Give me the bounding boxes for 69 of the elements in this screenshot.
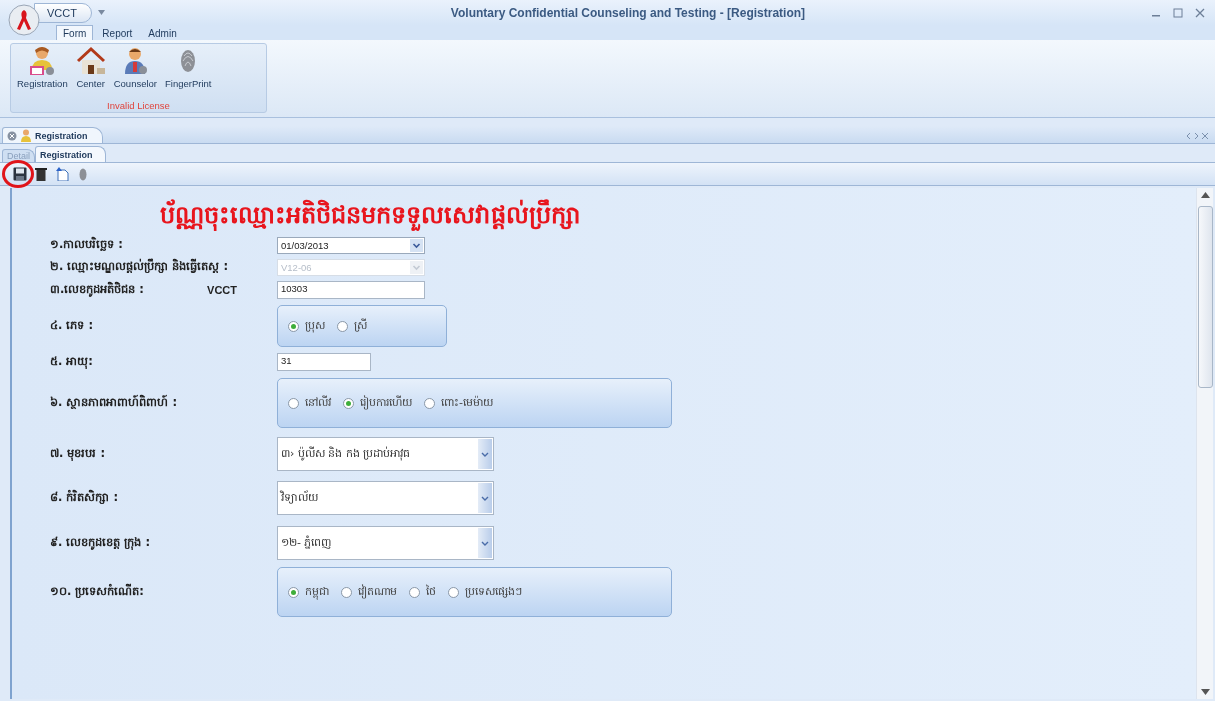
radio-option[interactable]: ថៃ (409, 584, 436, 600)
radio-button[interactable] (424, 397, 435, 409)
radio-option[interactable]: កម្ពុជា (288, 584, 329, 600)
window-title: Voluntary Confidential Counseling and Testing - [Registration] (449, 5, 807, 20)
scroll-down-icon[interactable] (1200, 689, 1210, 695)
radio-button[interactable] (288, 586, 299, 598)
chevron-down-icon (481, 495, 489, 501)
scrollbar[interactable] (1196, 188, 1213, 699)
close-icon[interactable] (7, 130, 17, 141)
radio-option[interactable]: វៀតណាម (341, 584, 397, 600)
field-label: ៥. អាយុ: (50, 353, 93, 371)
radio-button[interactable] (341, 586, 352, 598)
field-label: ៤. ភេទ : (50, 317, 93, 334)
scroll-up-icon[interactable] (1200, 192, 1210, 198)
radio-option[interactable]: ពោះ-មេម៉ាយ (424, 395, 493, 411)
ribbon-button[interactable]: Center (73, 46, 108, 100)
document-tab[interactable]: Registration (2, 127, 103, 143)
toolbar-button[interactable] (12, 166, 28, 182)
radio-button[interactable] (288, 320, 299, 332)
tab-navigation-icon[interactable] (1185, 132, 1209, 140)
trash-icon (35, 167, 47, 181)
field-label: ៧. មុខរបរ : (50, 445, 105, 463)
close-icon[interactable] (1195, 7, 1205, 18)
group-caption: Invalid License (107, 100, 170, 112)
fingerprint-icon (79, 167, 87, 181)
code-prefix: VCCT (207, 284, 237, 296)
radio-button[interactable] (288, 397, 299, 409)
person-icon (20, 129, 32, 142)
field-label: ៨. កំរិតសិក្សា : (50, 489, 118, 506)
radio-button[interactable] (337, 320, 348, 332)
dropdown-arrow-icon[interactable] (97, 10, 105, 15)
radio-option[interactable]: ស្រី (337, 318, 367, 334)
person-calendar-icon (29, 46, 56, 76)
tab[interactable]: Registration (35, 146, 106, 162)
field-label: ១.កាលបរិច្ឆេទ : (50, 236, 123, 253)
save-icon (13, 167, 27, 181)
ribbon-tab[interactable]: Report (95, 25, 140, 40)
dropdown-field[interactable]: ១២- ភ្នំពេញ (277, 526, 494, 560)
dropdown-field[interactable]: វិទ្យាល័យ (277, 481, 494, 515)
ribbon-button[interactable]: Counselor (111, 46, 159, 100)
input-field[interactable]: 31 (277, 353, 371, 371)
dropdown-field[interactable]: ៣› ប៉ូលីស និង កង ប្រដាប់អាវុធ (277, 437, 494, 471)
person-icon (122, 46, 149, 76)
quick-access-button[interactable]: VCCT (34, 2, 92, 23)
ribbon-button[interactable]: Registration (15, 46, 70, 100)
toolbar-button[interactable] (33, 166, 49, 182)
field-label: ៣.លេខកូដអតិថិជន : (50, 281, 144, 299)
document-arrow-icon (55, 167, 69, 181)
field-label: ៩. លេខកូដខេត្ត ក្រុង : (50, 534, 150, 552)
field-label: ២. ឈ្មោះមណ្ឌលផ្តល់ប្រឹក្សា និងធ្វើតេស្ត : (50, 258, 228, 275)
radio-button[interactable] (343, 397, 354, 409)
radio-option[interactable]: រៀបការហើយ (343, 395, 412, 411)
house-icon (75, 46, 106, 76)
chevron-down-icon (481, 540, 489, 546)
ribbon-tab[interactable]: Form (56, 25, 94, 40)
ribbon-button[interactable]: FingerPrint (163, 46, 214, 100)
maximize-icon[interactable] (1173, 7, 1183, 18)
radio-option[interactable]: ប្រទេសផ្សេងៗ (448, 584, 522, 600)
input-field[interactable]: 10303 (277, 281, 425, 299)
chevron-down-icon (481, 451, 489, 457)
form-title: ប័ណ្ណចុះឈ្មោះអតិថិជនមកទទួលសេវាផ្តល់ប្រឹក្សា (160, 200, 581, 233)
radio-option[interactable]: នៅលីវ (288, 395, 331, 411)
dropdown-field[interactable]: 01/03/2013 (277, 236, 425, 254)
radio-button[interactable] (409, 586, 420, 598)
field-label: ៦. ស្ថានភាពអាពាហ៍ពិពាហ៍ : (50, 394, 177, 411)
radio-button[interactable] (448, 586, 459, 598)
radio-option[interactable]: ប្រុស (288, 318, 325, 334)
field-label: ១០. ប្រទេសកំណើត: (50, 583, 144, 600)
ribbon-tab[interactable]: Admin (141, 25, 184, 40)
